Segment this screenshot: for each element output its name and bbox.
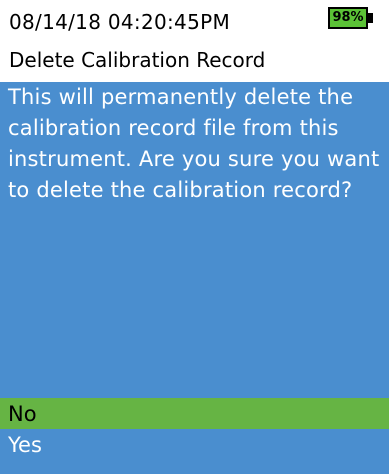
battery-terminal bbox=[368, 13, 373, 23]
option-no-label: No bbox=[8, 402, 37, 426]
status-bar: 08/14/18 04:20:45PM 98% bbox=[0, 0, 389, 40]
datetime-display: 08/14/18 04:20:45PM bbox=[9, 10, 231, 34]
confirmation-message-panel: This will permanently delete the calibra… bbox=[0, 82, 389, 398]
option-yes[interactable]: Yes bbox=[0, 429, 389, 460]
option-no[interactable]: No bbox=[0, 398, 389, 429]
option-yes-label: Yes bbox=[8, 433, 42, 457]
page-title: Delete Calibration Record bbox=[9, 48, 266, 72]
confirmation-message: This will permanently delete the calibra… bbox=[8, 85, 380, 202]
battery-icon: 98% bbox=[328, 7, 368, 29]
option-list: No Yes bbox=[0, 398, 389, 474]
title-bar: Delete Calibration Record bbox=[0, 40, 389, 82]
instrument-screen: 08/14/18 04:20:45PM 98% Delete Calibrati… bbox=[0, 0, 389, 474]
battery-level: 98% bbox=[332, 10, 364, 25]
